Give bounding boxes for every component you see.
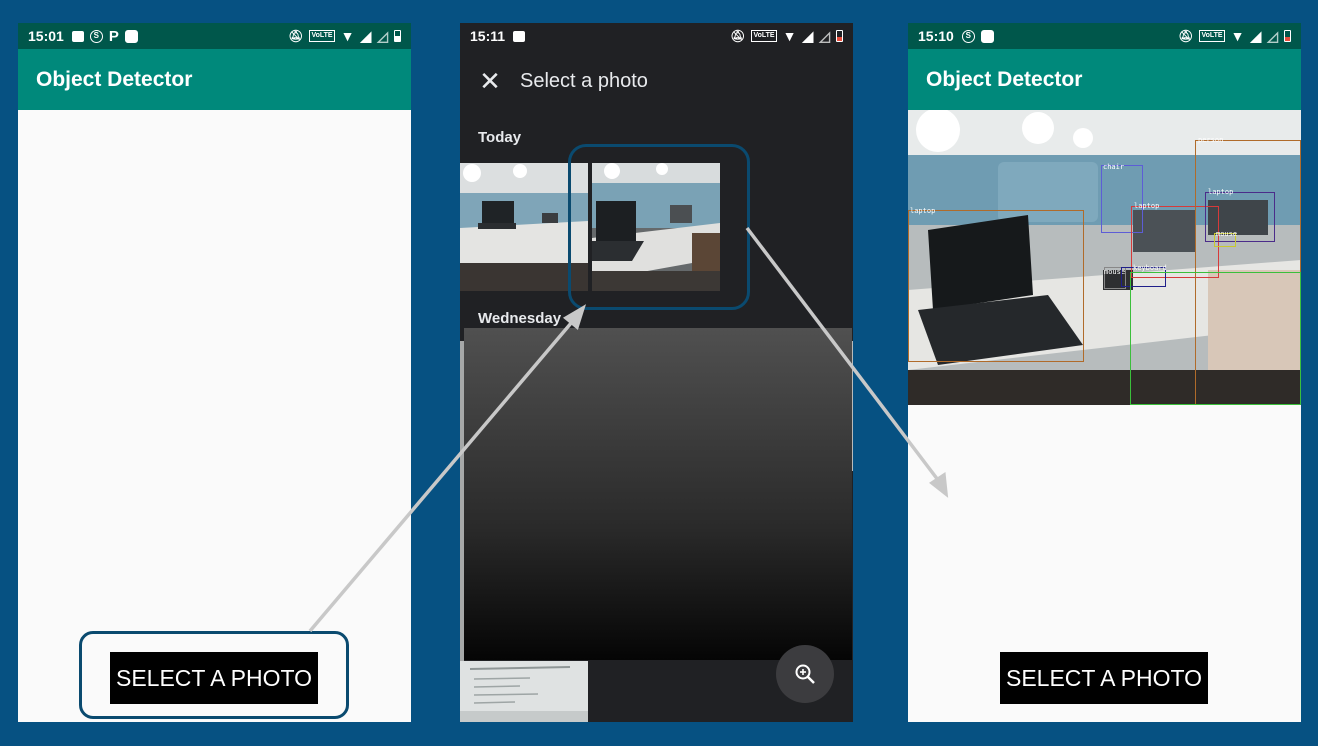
status-bar: 15:10 S 🔕︎ VoLTE ▼ ◢ ◿ bbox=[908, 23, 1301, 49]
p-icon: P bbox=[108, 27, 119, 45]
battery-icon bbox=[1284, 30, 1291, 42]
signal-icon: ◢ bbox=[802, 27, 814, 44]
battery-icon bbox=[394, 30, 401, 42]
volte-icon: VoLTE bbox=[751, 30, 777, 42]
app-icon bbox=[124, 29, 138, 43]
status-bar: 15:11 🔕︎ VoLTE ▼ ◢ ◿ bbox=[460, 23, 853, 49]
select-photo-button[interactable]: SELECT A PHOTO bbox=[1000, 652, 1208, 704]
section-today: Today bbox=[478, 129, 522, 146]
status-time: 15:10 bbox=[918, 28, 954, 44]
picker-title: Select a photo bbox=[520, 69, 648, 92]
photo-preview-overlay bbox=[464, 328, 852, 660]
wifi-icon: ▼ bbox=[340, 28, 355, 44]
signal-icon: ◿ bbox=[377, 27, 388, 44]
image-icon bbox=[71, 30, 84, 42]
signal-icon: ◢ bbox=[1250, 27, 1262, 44]
zoom-button[interactable] bbox=[776, 645, 834, 703]
bbox-label: laptop bbox=[910, 207, 936, 215]
app-icon bbox=[980, 29, 994, 43]
signal-icon: ◢ bbox=[360, 27, 372, 44]
signal-icon: ◿ bbox=[1267, 27, 1278, 44]
image-icon bbox=[513, 30, 526, 42]
app-title: Object Detector bbox=[18, 49, 411, 110]
zoom-in-icon bbox=[795, 664, 815, 684]
wifi-icon: ▼ bbox=[1230, 28, 1245, 44]
s-icon: S bbox=[961, 29, 975, 43]
volte-icon: VoLTE bbox=[1199, 30, 1225, 42]
status-time: 15:01 bbox=[28, 28, 64, 44]
bbox-label: mouse bbox=[1216, 230, 1238, 238]
detection-result-image: laptop chair laptop laptop person mouse … bbox=[908, 110, 1301, 405]
document-photo-icon bbox=[460, 661, 588, 722]
status-bar: 15:01 S P 🔕︎ VoLTE ▼ ◢ ◿ bbox=[18, 23, 411, 49]
bbox-laptop bbox=[908, 210, 1084, 362]
bbox-label: keyboard bbox=[1133, 264, 1167, 272]
app-title: Object Detector bbox=[908, 49, 1301, 110]
section-wednesday: Wednesday bbox=[478, 310, 562, 327]
phone-screen-result: 15:10 S 🔕︎ VoLTE ▼ ◢ ◿ Object Detector l… bbox=[908, 23, 1301, 722]
volte-icon: VoLTE bbox=[309, 30, 335, 42]
bbox-chair bbox=[1130, 272, 1301, 405]
mute-icon: 🔕︎ bbox=[288, 29, 304, 43]
mute-icon: 🔕︎ bbox=[730, 29, 746, 43]
picker-header: ✕ Select a photo bbox=[460, 49, 853, 113]
bbox-label: laptop bbox=[1134, 202, 1160, 210]
close-icon[interactable]: ✕ bbox=[460, 66, 520, 97]
select-button-highlight bbox=[79, 631, 349, 719]
s-icon: S bbox=[89, 29, 103, 43]
status-time: 15:11 bbox=[470, 28, 506, 44]
photo-thumbnail[interactable] bbox=[460, 661, 588, 722]
bbox-label: chair bbox=[1103, 163, 1125, 171]
bbox-label: person bbox=[1198, 136, 1224, 144]
battery-icon bbox=[836, 30, 843, 42]
mute-icon: 🔕︎ bbox=[1178, 29, 1194, 43]
selected-photo-highlight bbox=[568, 144, 750, 310]
phone-screen-picker: 15:11 🔕︎ VoLTE ▼ ◢ ◿ ✕ Select a photo To… bbox=[460, 23, 853, 722]
phone-screen-initial: 15:01 S P 🔕︎ VoLTE ▼ ◢ ◿ Object Detector… bbox=[18, 23, 411, 722]
signal-icon: ◿ bbox=[819, 27, 830, 44]
wifi-icon: ▼ bbox=[782, 28, 797, 44]
